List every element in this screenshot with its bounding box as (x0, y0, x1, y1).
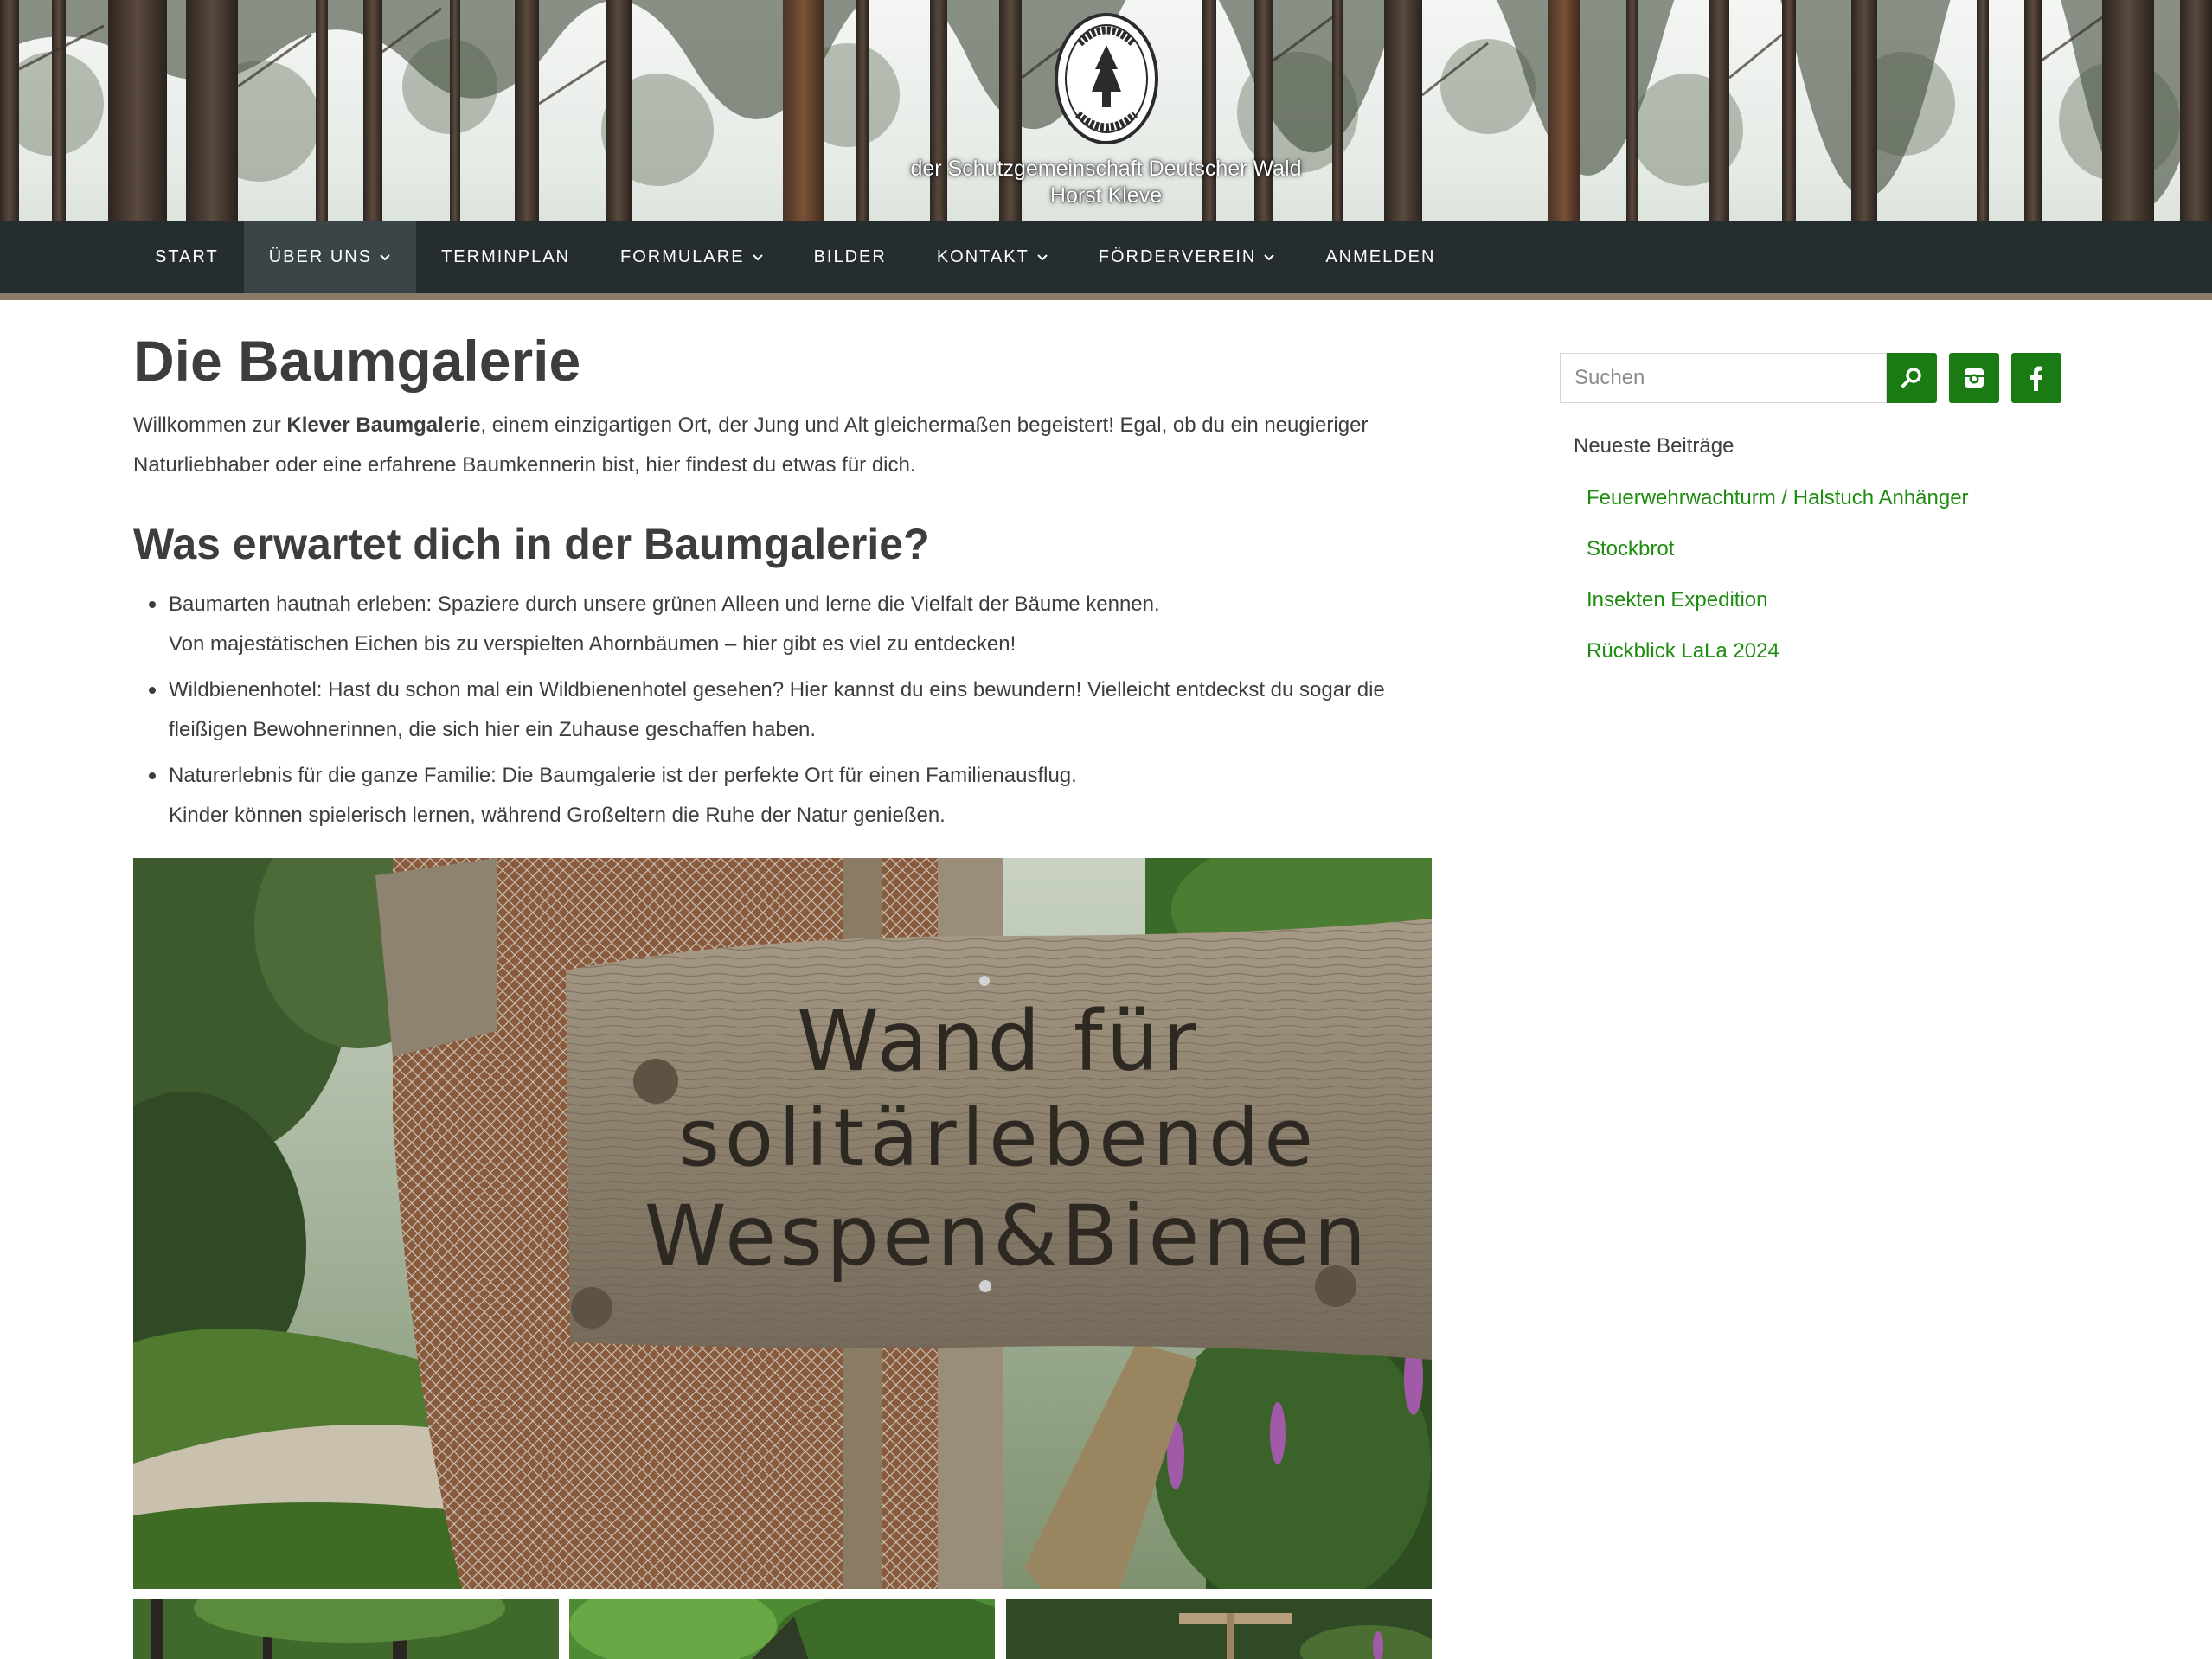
recent-posts-list: Feuerwehrwachturm / Halstuch Anhänger St… (1587, 484, 1969, 688)
logo-tree-icon[interactable] (1054, 12, 1159, 145)
list-item-line: Von majestätischen Eichen bis zu verspie… (169, 632, 1016, 656)
hero-image-insect-hotel[interactable]: Wand für solitärlebende Wespen&Bienen (133, 858, 1432, 1589)
instagram-icon (1965, 368, 1984, 388)
chevron-down-icon (752, 253, 763, 260)
recent-post-link[interactable]: Rückblick LaLa 2024 (1587, 639, 1779, 663)
list-item: Insekten Expedition (1587, 586, 1969, 637)
nav-item-ueber-uns[interactable]: ÜBER UNS (243, 221, 417, 293)
feature-list: Baumarten hautnah erleben: Spaziere durc… (133, 585, 1431, 842)
list-item-line: Baumarten hautnah erleben: Spaziere durc… (169, 592, 1160, 616)
list-item: Stockbrot (1587, 535, 1969, 586)
intro-text-start: Willkommen zur (133, 413, 287, 437)
main-navigation: START ÜBER UNS TERMINPLAN FORMULARE BILD… (0, 221, 2212, 293)
nav-label: FÖRDERVEREIN (1098, 247, 1257, 266)
section-heading: Was erwartet dich in der Baumgalerie? (133, 520, 930, 568)
intro-paragraph: Willkommen zur Klever Baumgalerie, einem… (133, 406, 1431, 485)
nav-label: FORMULARE (619, 247, 745, 266)
recent-post-link[interactable]: Stockbrot (1587, 537, 1674, 560)
page-title: Die Baumgalerie (133, 329, 581, 393)
recent-post-link[interactable]: Insekten Expedition (1587, 588, 1767, 612)
nav-label: ANMELDEN (1325, 247, 1436, 266)
sign-text-line1: Wand für (797, 993, 1200, 1090)
nav-item-start[interactable]: START (130, 221, 244, 293)
recent-posts-title: Neueste Beiträge (1574, 434, 1734, 458)
chevron-down-icon (380, 253, 390, 260)
recent-post-link[interactable]: Feuerwehrwachturm / Halstuch Anhänger (1587, 486, 1969, 509)
sign-text-line2: solitärlebende (678, 1092, 1318, 1184)
list-item-line: Kinder können spielerisch lernen, währen… (169, 804, 946, 827)
nav-item-foerderverein[interactable]: FÖRDERVEREIN (1074, 221, 1301, 293)
list-item-line: Naturerlebnis für die ganze Familie: Die… (169, 764, 1077, 787)
list-item-line: fleißigen Bewohnerinnen, die sich hier e… (169, 718, 817, 741)
site-slogan-line2: Horst Kleve (1049, 183, 1163, 208)
instagram-button[interactable] (1949, 353, 1999, 403)
site-header: der Schutzgemeinschaft Deutscher Wald Ho… (0, 0, 2212, 300)
gallery-thumbnail[interactable] (1006, 1599, 1432, 1659)
list-item: Wildbienenhotel: Hast du schon mal ein W… (133, 670, 1431, 750)
nav-item-terminplan[interactable]: TERMINPLAN (416, 221, 595, 293)
list-item-line: Wildbienenhotel: Hast du schon mal ein W… (169, 678, 1385, 701)
list-item: Rückblick LaLa 2024 (1587, 637, 1969, 688)
nav-label: TERMINPLAN (441, 247, 570, 266)
nav-label: START (155, 247, 219, 266)
gallery-thumbnail[interactable] (569, 1599, 995, 1659)
nav-label: BILDER (813, 247, 887, 266)
facebook-icon (2030, 366, 2042, 391)
search-icon (1901, 368, 1921, 388)
search-button[interactable] (1887, 353, 1937, 403)
nav-item-bilder[interactable]: BILDER (789, 221, 912, 293)
list-item: Feuerwehrwachturm / Halstuch Anhänger (1587, 484, 1969, 535)
search-input[interactable] (1560, 353, 1887, 403)
intro-bold: Klever Baumgalerie (286, 413, 481, 437)
nav-item-formulare[interactable]: FORMULARE (595, 221, 789, 293)
sign-text-line3: Wespen&Bienen (644, 1188, 1369, 1284)
gallery-thumbnail[interactable] (133, 1599, 559, 1659)
site-slogan-line1: der Schutzgemeinschaft Deutscher Wald (910, 157, 1302, 181)
nav-label: KONTAKT (936, 247, 1029, 266)
list-item: Baumarten hautnah erleben: Spaziere durc… (133, 585, 1431, 664)
nav-label: ÜBER UNS (268, 247, 373, 266)
facebook-button[interactable] (2011, 353, 2061, 403)
gallery-thumbnails (133, 1599, 1432, 1659)
nav-item-kontakt[interactable]: KONTAKT (912, 221, 1074, 293)
intro-text-rest: , einem einzigartigen Ort, der Jung und … (480, 413, 1369, 437)
chevron-down-icon (1037, 253, 1048, 260)
chevron-down-icon (1264, 253, 1275, 260)
list-item: Naturerlebnis für die ganze Familie: Die… (133, 756, 1431, 836)
intro-text-line2: Naturliebhaber oder eine erfahrene Baumk… (133, 453, 916, 477)
nav-item-anmelden[interactable]: ANMELDEN (1300, 221, 1460, 293)
